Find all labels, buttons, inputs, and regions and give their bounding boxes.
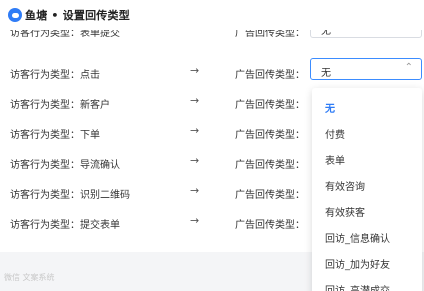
- app-logo-icon: [8, 8, 22, 22]
- ad-callback-label: 广告回传类型：: [235, 220, 305, 231]
- title-bar: 鱼塘 • 设置回传类型: [0, 0, 424, 30]
- ad-callback-label: 广告回传类型：: [235, 100, 305, 111]
- ad-callback-label: 广告回传类型：: [235, 160, 305, 171]
- callback-type-dropdown: 无 付费 表单 有效咨询 有效获客 回访_信息确认 回访_加为好友 回访_高潜成…: [312, 88, 422, 291]
- arrow-right-icon: →: [190, 154, 200, 167]
- visitor-behavior-label: 访客行为类型：表单提交: [10, 30, 120, 39]
- ad-callback-label: 广告回传类型：: [235, 70, 305, 81]
- select-value: 无: [321, 68, 331, 79]
- dropdown-option[interactable]: 表单: [312, 144, 422, 172]
- visitor-behavior-label: 访客行为类型：下单: [10, 130, 100, 141]
- arrow-right-icon: →: [190, 94, 200, 107]
- dropdown-option[interactable]: 付费: [312, 118, 422, 146]
- window-title: 鱼塘 • 设置回传类型: [25, 9, 130, 22]
- visitor-behavior-label: 访客行为类型：新客户: [10, 100, 110, 111]
- ad-callback-label: 广告回传类型：: [235, 130, 305, 141]
- mapping-row-click: 访客行为类型：点击 → 广告回传类型： 无 ⌃: [0, 58, 424, 88]
- visitor-behavior-label: 访客行为类型：导流确认: [10, 160, 120, 171]
- watermark-logo: 微信 文案系统: [4, 273, 55, 282]
- dropdown-option[interactable]: 有效获客: [312, 196, 422, 224]
- visitor-behavior-label: 访客行为类型：识别二维码: [10, 190, 130, 201]
- dropdown-option[interactable]: 回访_高潜成交: [312, 274, 422, 291]
- arrow-right-icon: →: [190, 214, 200, 227]
- dropdown-option[interactable]: 无: [312, 92, 422, 120]
- select-value: 无: [321, 30, 331, 37]
- arrow-right-icon: →: [190, 64, 200, 77]
- ad-callback-label: 广告回传类型：: [235, 30, 305, 39]
- dropdown-option[interactable]: 回访_加为好友: [312, 248, 422, 276]
- ad-callback-select[interactable]: 无: [310, 30, 422, 38]
- dropdown-option[interactable]: 有效咨询: [312, 170, 422, 198]
- app-window: 鱼塘 • 设置回传类型 访客行为类型：表单提交 广告回传类型： 无 访客行为类型…: [0, 0, 424, 291]
- chevron-up-icon: ⌃: [404, 62, 413, 73]
- ad-callback-select[interactable]: 无 ⌃: [310, 58, 422, 80]
- arrow-right-icon: →: [190, 124, 200, 137]
- arrow-right-icon: →: [190, 184, 200, 197]
- ad-callback-label: 广告回传类型：: [235, 190, 305, 201]
- dropdown-option[interactable]: 回访_信息确认: [312, 222, 422, 250]
- visitor-behavior-label: 访客行为类型：提交表单: [10, 220, 120, 231]
- visitor-behavior-label: 访客行为类型：点击: [10, 70, 100, 81]
- mapping-row-partial: 访客行为类型：表单提交 广告回传类型： 无: [0, 30, 424, 46]
